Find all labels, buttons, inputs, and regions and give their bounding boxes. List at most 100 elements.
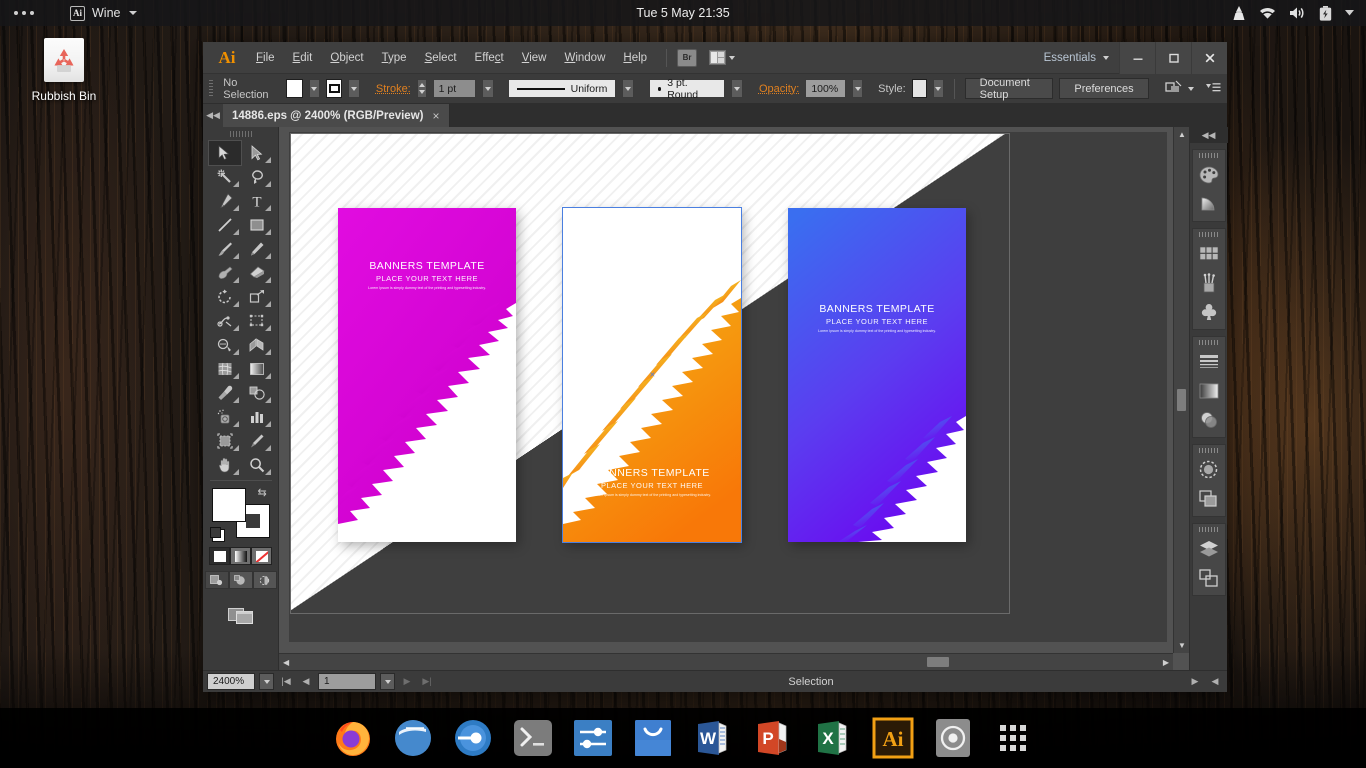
layers-panel-icon[interactable] [1193,534,1225,563]
zoom-level-dropdown[interactable] [259,673,274,690]
width-tool[interactable] [209,309,241,333]
status-resize-icon[interactable]: ◀ [1207,673,1223,690]
desktop-icon-rubbish-bin[interactable]: Rubbish Bin [22,38,106,103]
stroke-swatch-dropdown[interactable] [348,79,359,98]
menu-select[interactable]: Select [416,47,466,69]
artboard-number-field[interactable]: 1 [318,673,376,690]
document-setup-button[interactable]: Document Setup [965,78,1054,99]
previous-artboard-icon[interactable]: ◀ [298,673,314,690]
selection-tool[interactable] [209,141,241,165]
menu-window[interactable]: Window [555,47,614,69]
first-artboard-icon[interactable]: |◀ [278,673,294,690]
eraser-tool[interactable] [241,261,273,285]
dock-group-grip[interactable] [1199,153,1219,158]
battery-icon[interactable] [1319,6,1332,21]
color-mode-button[interactable] [209,547,230,565]
symbol-sprayer-tool[interactable] [209,405,241,429]
dock-app-browser-blue[interactable] [390,715,436,761]
shape-builder-tool[interactable] [209,333,241,357]
dock-app-show-applications[interactable] [990,715,1036,761]
workspace-switcher[interactable]: Essentials [1044,52,1119,64]
free-transform-tool[interactable] [241,309,273,333]
brushes-panel-icon[interactable] [1193,268,1225,297]
panel-menu-icon[interactable] [1206,81,1221,97]
stroke-weight-field[interactable]: 1 pt [433,79,477,98]
blue-banner[interactable]: BANNERS TEMPLATE PLACE YOUR TEXT HERE Lo… [788,208,966,542]
document-tab[interactable]: 14886.eps @ 2400% (RGB/Preview) × [223,104,450,127]
line-segment-tool[interactable] [209,213,241,237]
toolbox-grip[interactable] [230,131,252,137]
fill-color-indicator[interactable] [212,488,246,522]
zoom-level-field[interactable]: 2400% [207,673,255,690]
dock-app-firefox[interactable] [330,715,376,761]
lasso-tool[interactable] [241,165,273,189]
gradient-panel-icon[interactable] [1193,376,1225,405]
dock-app-powerpoint[interactable]: P [750,715,796,761]
dock-group-grip[interactable] [1199,527,1219,532]
clock[interactable]: Tue 5 May 21:35 [0,6,1366,20]
artboards-panel-icon[interactable] [1193,563,1225,592]
bridge-button[interactable]: Br [677,49,697,67]
gradient-tool[interactable] [241,357,273,381]
control-bar-grip[interactable] [209,80,213,98]
swap-fill-stroke-icon[interactable]: ⇆ [258,486,270,498]
scroll-up-icon[interactable]: ▲ [1178,130,1186,139]
column-graph-tool[interactable] [241,405,273,429]
draw-behind-button[interactable] [229,571,253,589]
slice-tool[interactable] [241,429,273,453]
pencil-tool[interactable] [241,237,273,261]
dock-app-media-player[interactable] [930,715,976,761]
change-screen-mode-button[interactable] [228,605,254,628]
appearance-panel-icon[interactable] [1193,455,1225,484]
arrange-documents-button[interactable] [709,50,735,65]
close-button[interactable] [1191,42,1227,74]
menu-help[interactable]: Help [614,47,656,69]
close-icon[interactable]: × [432,109,439,123]
magic-wand-tool[interactable] [209,165,241,189]
minimize-button[interactable] [1119,42,1155,74]
scroll-left-icon[interactable]: ◀ [283,658,289,667]
swatches-panel-icon[interactable] [1193,239,1225,268]
stroke-weight-stepper[interactable] [417,79,427,98]
scroll-right-icon[interactable]: ▶ [1163,658,1169,667]
menu-view[interactable]: View [513,47,556,69]
dock-app-software-store[interactable] [630,715,676,761]
default-fill-stroke-icon[interactable] [212,529,225,542]
eyedropper-tool[interactable] [209,381,241,405]
dock-app-msword[interactable]: W [690,715,736,761]
dock-app-illustrator[interactable]: Ai [870,715,916,761]
opacity-dropdown[interactable] [852,79,863,98]
maximize-button[interactable] [1155,42,1191,74]
rotate-tool[interactable] [209,285,241,309]
rectangle-tool[interactable] [241,213,273,237]
preferences-button[interactable]: Preferences [1059,78,1148,99]
status-menu-icon[interactable]: ▶ [1187,673,1203,690]
vertical-scrollbar[interactable]: ▲ ▼ [1173,127,1189,653]
none-mode-button[interactable] [251,547,272,565]
dock-group-grip[interactable] [1199,448,1219,453]
opacity-label[interactable]: Opacity: [759,83,799,95]
menu-object[interactable]: Object [321,47,372,69]
brush-definition-combo[interactable]: 3 pt. Round [649,79,726,98]
align-dropdown-icon[interactable] [1188,87,1194,91]
menu-type[interactable]: Type [373,47,416,69]
stroke-profile-combo[interactable]: Uniform [508,79,616,98]
menu-edit[interactable]: Edit [284,47,322,69]
symbols-panel-icon[interactable] [1193,297,1225,326]
orange-banner[interactable]: BANNERS TEMPLATE PLACE YOUR TEXT HERE Lo… [563,208,741,542]
artboard-tool[interactable] [209,429,241,453]
collapse-panels-left-icon[interactable]: ◀◀ [203,104,223,127]
menu-effect[interactable]: Effect [466,47,513,69]
transparency-panel-icon[interactable] [1193,405,1225,434]
brush-definition-dropdown[interactable] [731,79,742,98]
volume-icon[interactable] [1289,6,1306,20]
perspective-grid-tool[interactable] [241,333,273,357]
dock-group-grip[interactable] [1199,340,1219,345]
stroke-label[interactable]: Stroke: [376,83,411,95]
dock-app-thunderbird[interactable] [450,715,496,761]
hand-tool[interactable] [209,453,241,477]
artboard-number-dropdown[interactable] [380,673,395,690]
draw-normal-button[interactable] [205,571,229,589]
wifi-icon[interactable] [1259,7,1276,20]
pen-tool[interactable] [209,189,241,213]
